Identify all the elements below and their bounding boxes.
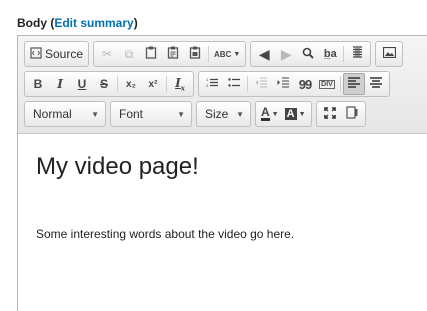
numbered-list-button[interactable]: 12 bbox=[201, 73, 223, 95]
create-div-button[interactable]: DIV bbox=[316, 73, 338, 95]
redo-icon: ▶ bbox=[280, 45, 292, 62]
separator bbox=[340, 76, 341, 92]
redo-button[interactable]: ▶ bbox=[275, 43, 297, 65]
replace-button[interactable]: b̲a bbox=[319, 43, 341, 65]
outdent-button[interactable] bbox=[250, 73, 272, 95]
text-color-button[interactable]: A ▼ bbox=[258, 103, 282, 125]
maximize-button[interactable] bbox=[319, 103, 341, 125]
bg-color-button[interactable]: A ▼ bbox=[282, 103, 309, 125]
copy-button[interactable]: ⧉ bbox=[118, 43, 140, 65]
image-icon bbox=[382, 46, 396, 61]
font-select[interactable]: Font ▼ bbox=[110, 101, 192, 127]
insert-group bbox=[375, 41, 404, 67]
paste-button[interactable] bbox=[140, 43, 162, 65]
edit-summary-link[interactable]: Edit summary bbox=[54, 16, 133, 30]
size-select-value: Size bbox=[205, 107, 229, 121]
image-button[interactable] bbox=[378, 43, 400, 65]
paste-icon bbox=[145, 46, 157, 62]
bulleted-list-button[interactable] bbox=[223, 73, 245, 95]
font-select-value: Font bbox=[119, 107, 144, 121]
maximize-icon bbox=[323, 106, 336, 122]
undo-find-group: ◀ ▶ b̲a bbox=[250, 41, 372, 67]
select-all-icon bbox=[352, 46, 363, 62]
field-label: Body (Edit summary) bbox=[17, 16, 138, 30]
strikethrough-button[interactable]: S bbox=[93, 73, 115, 95]
rich-text-editor: Source ✂ ⧉ ABC ▼ ◀ ▶ b̲a B I U S x₂ x² I… bbox=[17, 35, 427, 311]
remove-format-button[interactable]: Ix bbox=[169, 73, 191, 95]
text-color-icon: A bbox=[261, 105, 270, 121]
align-center-icon bbox=[370, 77, 382, 91]
basic-styles-group: B I U S x₂ x² Ix bbox=[24, 71, 194, 97]
toolbar-row-2: B I U S x₂ x² Ix 12 99 DIV bbox=[24, 71, 390, 97]
clipboard-group: ✂ ⧉ ABC ▼ bbox=[93, 41, 247, 67]
undo-button[interactable]: ◀ bbox=[253, 43, 275, 65]
paste-text-icon bbox=[167, 46, 179, 62]
blockquote-button[interactable]: 99 bbox=[294, 73, 316, 95]
chevron-down-icon: ▼ bbox=[233, 50, 241, 58]
spellcheck-button[interactable]: ABC ▼ bbox=[211, 43, 243, 65]
align-center-button[interactable] bbox=[365, 73, 387, 95]
show-blocks-button[interactable] bbox=[341, 103, 363, 125]
italic-button[interactable]: I bbox=[49, 73, 71, 95]
spellcheck-icon: ABC bbox=[214, 49, 232, 59]
field-label-text: Body bbox=[17, 16, 47, 30]
underline-button[interactable]: U bbox=[71, 73, 93, 95]
find-button[interactable] bbox=[297, 43, 319, 65]
source-group: Source bbox=[24, 41, 90, 67]
chevron-down-icon: ▼ bbox=[177, 109, 185, 119]
indent-button[interactable] bbox=[272, 73, 294, 95]
paste-word-icon bbox=[189, 46, 201, 62]
source-label: Source bbox=[45, 47, 84, 61]
cut-button[interactable]: ✂ bbox=[96, 43, 118, 65]
indent-icon bbox=[277, 77, 289, 91]
chevron-down-icon: ▼ bbox=[236, 109, 244, 119]
align-left-icon bbox=[348, 77, 360, 91]
chevron-down-icon: ▼ bbox=[271, 110, 279, 118]
superscript-button[interactable]: x² bbox=[142, 73, 164, 95]
undo-icon: ◀ bbox=[258, 45, 270, 62]
paragraph-group: 12 99 DIV bbox=[198, 71, 390, 97]
size-select[interactable]: Size ▼ bbox=[196, 101, 251, 127]
editor-content-area[interactable]: My video page! Some interesting words ab… bbox=[18, 135, 427, 241]
scissors-icon: ✂ bbox=[102, 47, 113, 61]
div-icon: DIV bbox=[319, 79, 335, 89]
outdent-icon bbox=[255, 77, 267, 91]
separator bbox=[117, 76, 118, 92]
svg-text:2: 2 bbox=[206, 83, 209, 88]
numbered-list-icon: 12 bbox=[206, 77, 218, 91]
chevron-down-icon: ▼ bbox=[91, 109, 99, 119]
colors-group: A ▼ A ▼ bbox=[255, 101, 312, 127]
source-button[interactable]: Source bbox=[27, 43, 86, 65]
svg-text:1: 1 bbox=[206, 77, 209, 82]
format-select[interactable]: Normal ▼ bbox=[24, 101, 106, 127]
bold-button[interactable]: B bbox=[27, 73, 49, 95]
toolbar-row-3: Normal ▼ Font ▼ Size ▼ A ▼ A ▼ bbox=[24, 101, 366, 127]
align-left-button[interactable] bbox=[343, 73, 365, 95]
select-all-button[interactable] bbox=[346, 43, 368, 65]
format-select-value: Normal bbox=[33, 107, 72, 121]
source-icon bbox=[30, 46, 42, 62]
replace-icon: b̲a bbox=[323, 48, 337, 60]
tools-group bbox=[315, 101, 366, 127]
bulleted-list-icon bbox=[228, 77, 240, 91]
toolbar-row-1: Source ✂ ⧉ ABC ▼ ◀ ▶ b̲a bbox=[24, 41, 404, 67]
chevron-down-icon: ▼ bbox=[298, 110, 306, 118]
copy-icon: ⧉ bbox=[124, 46, 134, 61]
content-heading: My video page! bbox=[36, 153, 199, 180]
paste-text-button[interactable] bbox=[162, 43, 184, 65]
editor-toolbar: Source ✂ ⧉ ABC ▼ ◀ ▶ b̲a B I U S x₂ x² I… bbox=[18, 36, 427, 134]
remove-format-icon: Ix bbox=[175, 75, 185, 93]
separator bbox=[208, 46, 210, 62]
show-blocks-icon bbox=[345, 106, 358, 122]
paren-close: ) bbox=[133, 16, 138, 30]
subscript-button[interactable]: x₂ bbox=[120, 73, 142, 95]
separator bbox=[166, 76, 167, 92]
search-icon bbox=[302, 47, 315, 62]
paste-word-button[interactable] bbox=[184, 43, 206, 65]
content-paragraph: Some interesting words about the video g… bbox=[36, 227, 295, 241]
separator bbox=[343, 46, 345, 62]
bg-color-icon: A bbox=[284, 108, 297, 120]
separator bbox=[247, 76, 248, 92]
